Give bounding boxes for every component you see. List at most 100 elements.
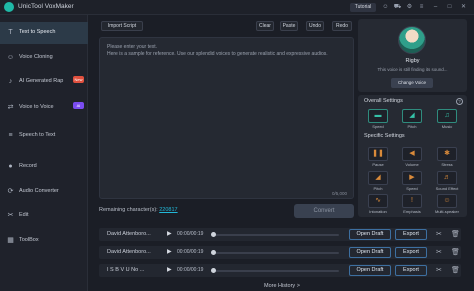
emphasis-tile[interactable]: ! [402, 194, 422, 208]
title-bar: UnicTool VoxMaker Tutorial ☺ ⛟ ⚙ ≡ – □ ✕ [0, 0, 474, 15]
sidebar-item-label: AI Generated Rap [19, 78, 64, 84]
pitch-specific-label: Pitch [373, 186, 383, 191]
sidebar-item-edit[interactable]: ✂ Edit [0, 205, 88, 227]
settings-icon[interactable]: ⚙ [405, 3, 414, 12]
ai-badge: AI [73, 102, 84, 109]
remaining-value[interactable]: 220817 [159, 207, 177, 213]
redo-button[interactable]: Redo [332, 21, 352, 31]
progress-track[interactable] [211, 270, 339, 272]
history-name: David Attenboro... [107, 249, 151, 255]
sidebar-item-audio-converter[interactable]: ⟳ Audio Converter [0, 181, 88, 203]
history-time: 00:00/00:19 [177, 249, 204, 255]
multi-speaker-tile[interactable]: ☺ [437, 194, 457, 208]
record-icon: ● [8, 163, 13, 170]
voice-description: This voice is still finding its sound... [377, 67, 448, 72]
music-setting-tile[interactable]: ♫ [437, 109, 457, 123]
volume-setting-tile[interactable]: ◀ [402, 147, 422, 161]
swap-icon: ⇄ [7, 104, 14, 111]
volume-setting-label: Volume [405, 162, 419, 167]
play-icon[interactable]: ▶ [167, 266, 172, 273]
history-time: 00:00/00:19 [177, 231, 204, 237]
delete-icon[interactable]: 🗑︎ [451, 266, 460, 274]
remaining-characters: Remaining character(s): 220817 [99, 207, 178, 213]
user-icon[interactable]: ☺ [381, 3, 390, 12]
text-editor[interactable]: Please enter your text. Here is a sample… [99, 37, 354, 199]
minimize-icon[interactable]: – [431, 3, 440, 12]
progress-track[interactable] [211, 252, 339, 254]
pause-setting-label: Pause [372, 162, 384, 167]
voice-card: Rigby This voice is still finding its so… [358, 19, 467, 92]
sidebar-item-speech-to-text[interactable]: ≡ Speech to Text [0, 125, 88, 147]
sidebar-item-label: Edit [19, 212, 29, 218]
pitch-specific-tile[interactable]: ◢ [368, 171, 388, 185]
pitch-setting-label: Pitch [407, 124, 417, 129]
open-draft-button[interactable]: Open Draft [349, 229, 391, 240]
voice-clone-icon: ☺ [6, 54, 15, 61]
delete-icon[interactable]: 🗑︎ [451, 230, 460, 238]
undo-button[interactable]: Undo [306, 21, 324, 31]
pitch-setting-tile[interactable]: ◢ [402, 109, 422, 123]
paste-button[interactable]: Paste [280, 21, 298, 31]
pitch-icon: ◢ [375, 174, 381, 181]
music-icon: ♫ [444, 112, 450, 119]
cart-icon[interactable]: ⛟ [393, 3, 402, 12]
transcript-icon: ≡ [8, 132, 13, 139]
convert-button[interactable]: Convert [294, 204, 354, 218]
menu-icon[interactable]: ≡ [417, 3, 426, 12]
export-button[interactable]: Export [395, 247, 427, 258]
export-button[interactable]: Export [395, 229, 427, 240]
history-row: I S B V U No ... ▶ 00:00/00:19 Open Draf… [99, 264, 461, 277]
export-button[interactable]: Export [395, 265, 427, 276]
music-setting-label: Music [441, 124, 453, 129]
stress-setting-tile[interactable]: ✱ [437, 147, 457, 161]
sidebar-item-label: Voice Cloning [19, 54, 53, 60]
sidebar-item-label: Text to Speech [19, 29, 56, 35]
speed-specific-label: Speed [406, 186, 418, 191]
cut-icon[interactable]: ✂ [436, 248, 442, 256]
speed-specific-tile[interactable]: ▶ [402, 171, 422, 185]
editor-content: Please enter your text. Here is a sample… [107, 44, 347, 58]
play-icon[interactable]: ▶ [167, 248, 172, 255]
change-voice-button[interactable]: Change Voice [391, 78, 433, 88]
tutorial-button[interactable]: Tutorial [350, 3, 376, 12]
clear-button[interactable]: Clear [256, 21, 274, 31]
play-icon[interactable]: ▶ [167, 230, 172, 237]
sidebar-item-voice-to-voice[interactable]: ⇄ Voice to Voice AI [0, 97, 88, 119]
progress-knob[interactable] [211, 232, 216, 237]
sound-effect-tile[interactable]: ♬ [437, 171, 457, 185]
editor-sample-text: Here is a sample for reference. Use our … [107, 51, 328, 57]
music-note-icon: ♪ [8, 78, 13, 85]
editor-placeholder: Please enter your text. [107, 44, 158, 50]
progress-track[interactable] [211, 234, 339, 236]
intonation-icon: ∿ [375, 197, 381, 204]
maximize-icon[interactable]: □ [445, 3, 454, 12]
close-icon[interactable]: ✕ [459, 3, 468, 12]
cut-icon[interactable]: ✂ [436, 266, 442, 274]
sidebar: T Text to Speech ☺ Voice Cloning ♪ AI Ge… [0, 15, 88, 291]
cut-icon[interactable]: ✂ [436, 230, 442, 238]
sidebar-item-record[interactable]: ● Record [0, 156, 88, 178]
help-icon[interactable]: ? [456, 98, 463, 105]
sidebar-item-toolbox[interactable]: ▦ ToolBox [0, 230, 88, 252]
sound-effect-label: Sound Effect [435, 186, 459, 191]
sidebar-item-ai-generated-rap[interactable]: ♪ AI Generated Rap New [0, 71, 88, 93]
multi-speaker-icon: ☺ [443, 197, 451, 204]
open-draft-button[interactable]: Open Draft [349, 247, 391, 258]
delete-icon[interactable]: 🗑︎ [451, 248, 460, 256]
remaining-label: Remaining character(s): [99, 207, 158, 213]
intonation-tile[interactable]: ∿ [368, 194, 388, 208]
character-counter: 0/5,000 [332, 191, 348, 196]
speed-setting-tile[interactable]: ▬ [368, 109, 388, 123]
history-row: David Attenboro... ▶ 00:00/00:19 Open Dr… [99, 246, 461, 259]
import-script-button[interactable]: Import Script [101, 21, 143, 31]
emphasis-icon: ! [411, 197, 413, 204]
progress-knob[interactable] [211, 250, 216, 255]
sidebar-item-text-to-speech[interactable]: T Text to Speech [0, 22, 88, 44]
voice-avatar[interactable] [398, 26, 426, 54]
text-icon: T [8, 29, 13, 36]
sidebar-item-voice-cloning[interactable]: ☺ Voice Cloning [0, 47, 88, 69]
open-draft-button[interactable]: Open Draft [349, 265, 391, 276]
progress-knob[interactable] [211, 268, 216, 273]
pause-setting-tile[interactable]: ❚❚ [368, 147, 388, 161]
more-history-link[interactable]: More History > [264, 283, 300, 289]
